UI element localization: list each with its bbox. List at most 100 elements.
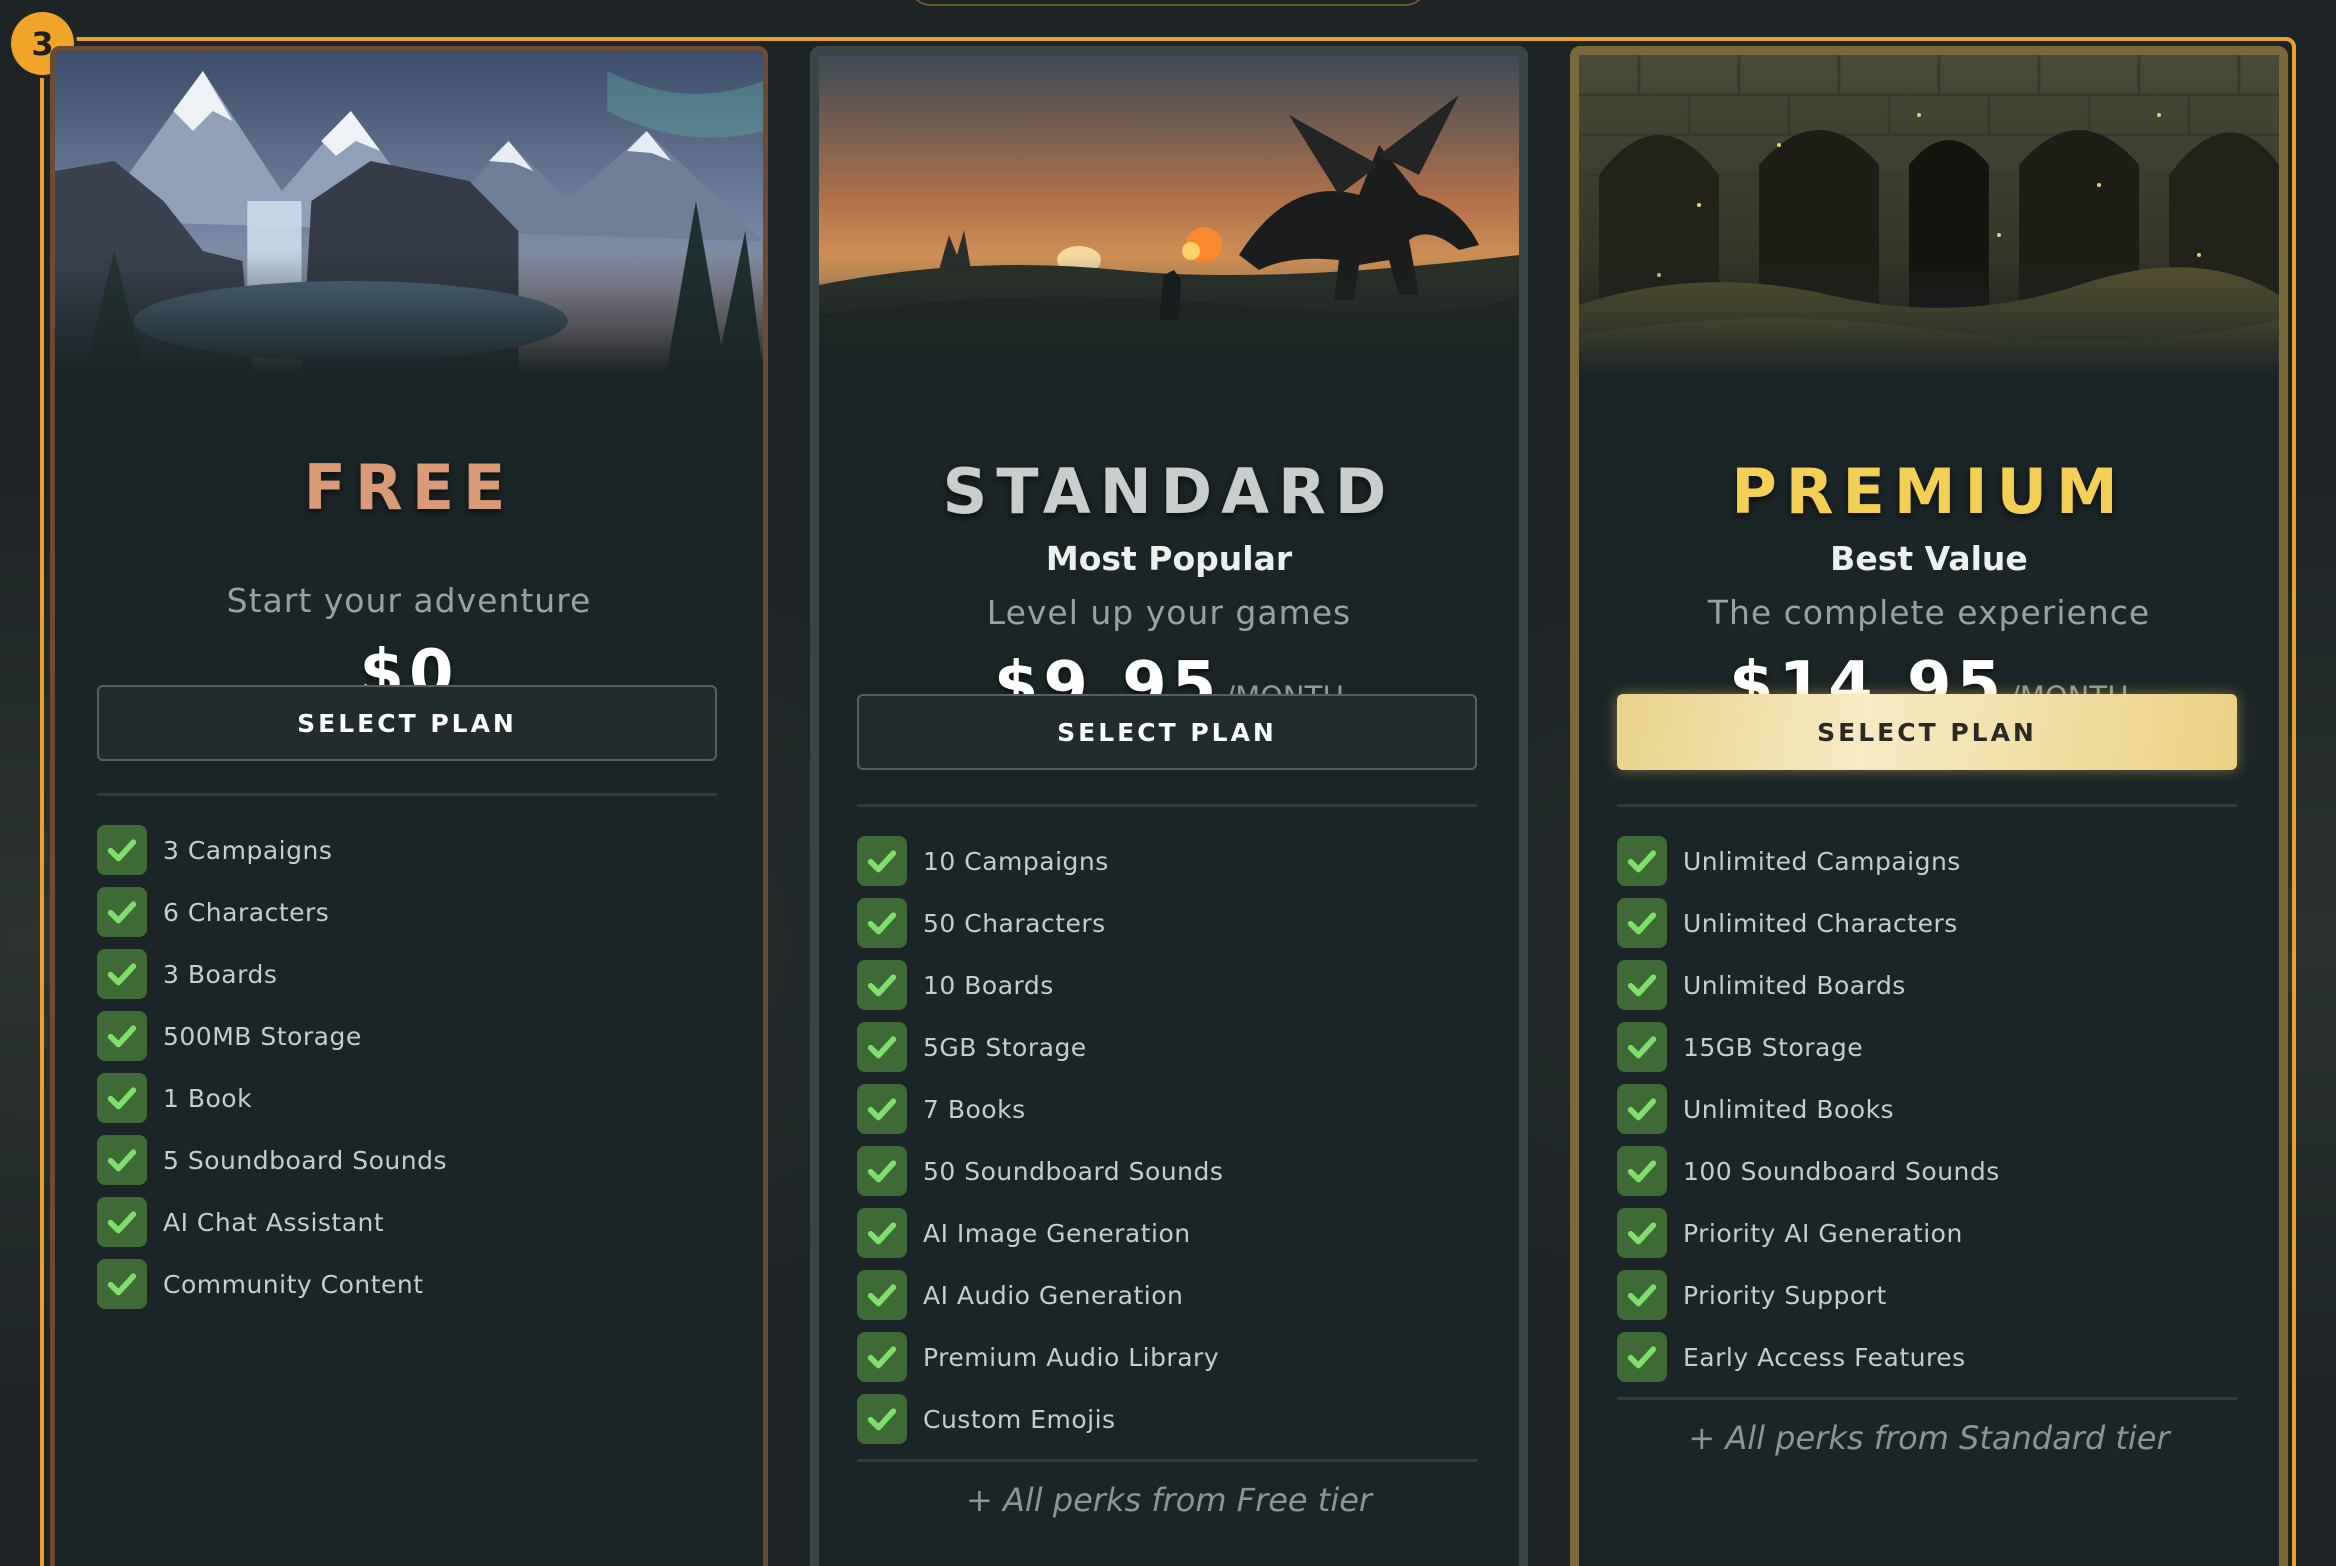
check-icon [857,836,907,886]
select-plan-button-standard[interactable]: SELECT PLAN [857,694,1477,770]
feature-label: Unlimited Books [1683,1094,1895,1124]
check-icon [1617,1270,1667,1320]
plan-tagline: Level up your games [986,593,1352,632]
check-icon [97,887,147,937]
check-icon [857,1332,907,1382]
feature-item: 50 Characters [857,892,1223,954]
check-icon [857,1146,907,1196]
feature-item: 500MB Storage [97,1005,447,1067]
feature-item: AI Chat Assistant [97,1191,447,1253]
feature-item: 7 Books [857,1078,1223,1140]
select-plan-button-free[interactable]: SELECT PLAN [97,685,717,761]
check-icon [1617,960,1667,1010]
feature-item: 6 Characters [97,881,447,943]
feature-label: AI Audio Generation [923,1280,1184,1310]
plan-name: STANDARD [942,455,1396,528]
feature-label: 5GB Storage [923,1032,1087,1062]
feature-item: 50 Soundboard Sounds [857,1140,1223,1202]
check-icon [97,825,147,875]
feature-label: 500MB Storage [163,1021,362,1051]
check-icon [1617,898,1667,948]
snowy-mountain-waterfall-image [55,51,763,371]
perks-note: + All perks from Free tier [965,1481,1373,1519]
check-icon [1617,1208,1667,1258]
check-icon [97,1073,147,1123]
feature-item: Premium Audio Library [857,1326,1223,1388]
feature-label: Premium Audio Library [923,1342,1220,1372]
plan-card-standard: STANDARD Most Popular Level up your game… [810,46,1528,1566]
check-icon [857,1394,907,1444]
check-icon [857,1208,907,1258]
feature-item: 3 Boards [97,943,447,1005]
feature-list: 10 Campaigns 50 Characters 10 Boards 5GB… [857,830,1223,1450]
divider [1617,1397,2237,1400]
feature-list: Unlimited Campaigns Unlimited Characters… [1617,830,2000,1388]
best-value-badge: Best Value [1830,539,2028,578]
feature-label: 10 Campaigns [923,846,1109,876]
check-icon [1617,836,1667,886]
feature-label: 100 Soundboard Sounds [1683,1156,2000,1186]
feature-item: 15GB Storage [1617,1016,2000,1078]
divider [857,804,1477,807]
feature-item: 100 Soundboard Sounds [1617,1140,2000,1202]
perks-note: + All perks from Standard tier [1688,1419,2170,1457]
check-icon [857,898,907,948]
check-icon [1617,1146,1667,1196]
feature-label: 3 Campaigns [163,835,333,865]
feature-item: 5 Soundboard Sounds [97,1129,447,1191]
check-icon [1617,1084,1667,1134]
divider [97,793,717,796]
feature-label: Unlimited Boards [1683,970,1906,1000]
feature-label: 50 Soundboard Sounds [923,1156,1224,1186]
check-icon [97,1197,147,1247]
feature-item: Unlimited Books [1617,1078,2000,1140]
top-pill-outline [908,0,1428,6]
feature-label: AI Chat Assistant [163,1207,385,1237]
check-icon [97,1259,147,1309]
feature-item: Unlimited Campaigns [1617,830,2000,892]
check-icon [1617,1022,1667,1072]
feature-item: Early Access Features [1617,1326,2000,1388]
feature-item: Priority AI Generation [1617,1202,2000,1264]
feature-label: Unlimited Characters [1683,908,1958,938]
feature-item: 3 Campaigns [97,819,447,881]
feature-label: 7 Books [923,1094,1026,1124]
feature-label: Custom Emojis [923,1404,1116,1434]
divider [1617,804,2237,807]
feature-item: 5GB Storage [857,1016,1223,1078]
stone-dungeon-arches-image [1579,55,2279,375]
feature-item: Unlimited Boards [1617,954,2000,1016]
plan-tagline: Start your adventure [226,581,592,620]
plan-tagline: The complete experience [1707,593,2151,632]
check-icon [97,949,147,999]
feature-item: Community Content [97,1253,447,1315]
check-icon [857,1270,907,1320]
feature-item: 10 Campaigns [857,830,1223,892]
feature-label: 5 Soundboard Sounds [163,1145,447,1175]
feature-label: 3 Boards [163,959,278,989]
feature-label: 1 Book [163,1083,253,1113]
feature-label: 50 Characters [923,908,1106,938]
feature-item: 10 Boards [857,954,1223,1016]
plan-name: PREMIUM [1731,455,2127,528]
plan-card-free: FREE Start your adventure $0 SELECT PLAN… [50,46,768,1566]
feature-label: Early Access Features [1683,1342,1966,1372]
feature-label: Priority Support [1683,1280,1887,1310]
check-icon [97,1135,147,1185]
plan-card-premium: PREMIUM Best Value The complete experien… [1570,46,2288,1566]
plan-name: FREE [303,451,515,524]
feature-label: AI Image Generation [923,1218,1191,1248]
feature-item: AI Audio Generation [857,1264,1223,1326]
select-plan-button-premium[interactable]: SELECT PLAN [1617,694,2237,770]
feature-label: 15GB Storage [1683,1032,1864,1062]
feature-label: 6 Characters [163,897,330,927]
feature-label: Unlimited Campaigns [1683,846,1961,876]
feature-label: 10 Boards [923,970,1054,1000]
feature-item: AI Image Generation [857,1202,1223,1264]
feature-item: Priority Support [1617,1264,2000,1326]
most-popular-badge: Most Popular [1045,539,1293,578]
feature-item: 1 Book [97,1067,447,1129]
feature-item: Unlimited Characters [1617,892,2000,954]
feature-list: 3 Campaigns 6 Characters 3 Boards 500MB … [97,819,447,1315]
dragon-knight-sunset-image [819,55,1519,375]
